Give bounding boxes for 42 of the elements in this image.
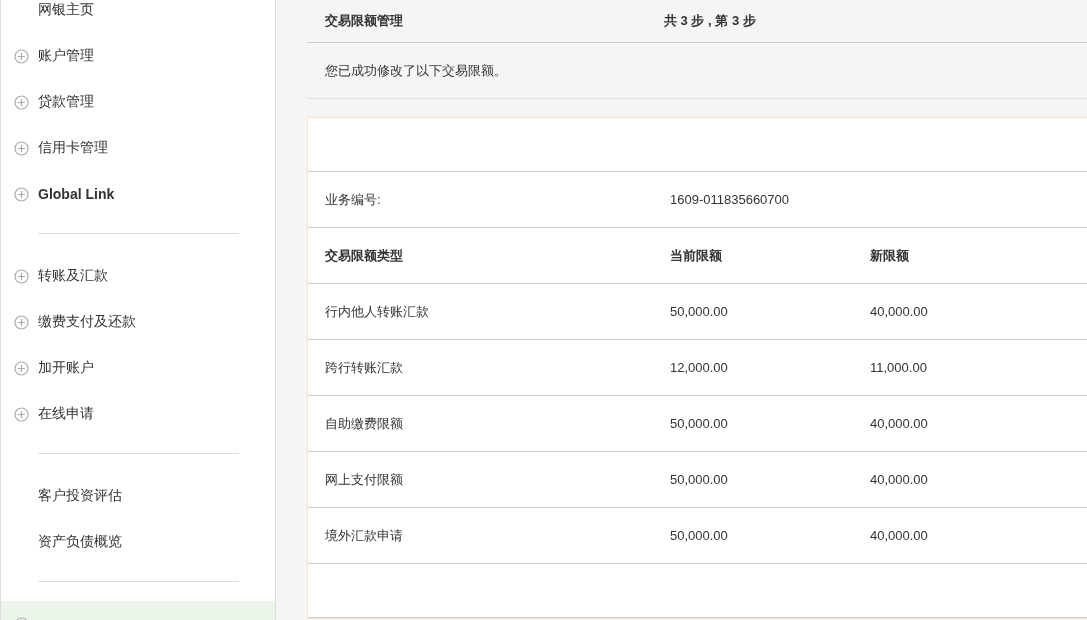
table-cell-text: 40,000.00	[870, 472, 929, 487]
sidebar-item[interactable]: 贷款管理	[1, 79, 275, 125]
sidebar-item[interactable]: 客户投资评估	[1, 473, 275, 519]
sidebar-item[interactable]: 网银主页	[1, 0, 275, 33]
table-cell-text: 50,000.00	[670, 528, 729, 543]
table-cell-text: 自助缴费限额	[325, 414, 404, 433]
table-cell-text: 境外汇款申请	[325, 526, 404, 545]
expand-icon[interactable]	[14, 94, 29, 110]
expand-icon[interactable]	[14, 314, 29, 330]
table-cell-text: 50,000.00	[670, 304, 729, 319]
sidebar-item[interactable]: 账户管理	[1, 33, 275, 79]
table-cell-text: 40,000.00	[870, 528, 929, 543]
expand-icon[interactable]	[14, 140, 29, 156]
table-cell-text: 11,000.00	[870, 360, 928, 375]
sidebar-item[interactable]: Global Link	[1, 171, 275, 217]
table-cell-text: 跨行转账汇款	[325, 358, 404, 377]
column-header: 交易限额类型	[325, 246, 404, 265]
table-cell-text: 行内他人转账汇款	[325, 302, 430, 321]
sidebar-item[interactable]: 资产负债概览	[1, 519, 275, 565]
expand-icon[interactable]	[14, 268, 29, 284]
sidebar-item[interactable]: 缴费支付及还款	[1, 299, 275, 345]
expand-icon[interactable]	[14, 406, 29, 422]
table-cell-text: 40,000.00	[870, 304, 929, 319]
sidebar-item[interactable]: 在线申请	[1, 391, 275, 437]
reference-number: 1609-011835660700	[670, 192, 791, 207]
sidebar-item[interactable]: 加开账户	[1, 345, 275, 391]
expand-icon[interactable]	[14, 186, 29, 202]
expand-icon[interactable]	[14, 48, 29, 64]
page-title: 交易限额管理	[325, 12, 404, 30]
sidebar-item[interactable]: 转账及汇款	[1, 253, 275, 299]
table-cell-text: 40,000.00	[870, 416, 929, 431]
column-header: 当前限额	[670, 246, 723, 265]
table-cell-text: 50,000.00	[670, 416, 729, 431]
reference-label: 业务编号:	[325, 190, 382, 209]
table-cell-text: 12,000.00	[670, 360, 729, 375]
sidebar-item[interactable]: 信用卡管理	[1, 125, 275, 171]
table-cell-text: 50,000.00	[670, 472, 729, 487]
table-cell-text: 网上支付限额	[325, 470, 404, 489]
column-header: 新限额	[870, 246, 910, 265]
step-indicator: 共 3 步 , 第 3 步	[664, 12, 757, 30]
success-message: 您已成功修改了以下交易限额。	[325, 61, 507, 80]
expand-icon[interactable]	[14, 360, 29, 376]
